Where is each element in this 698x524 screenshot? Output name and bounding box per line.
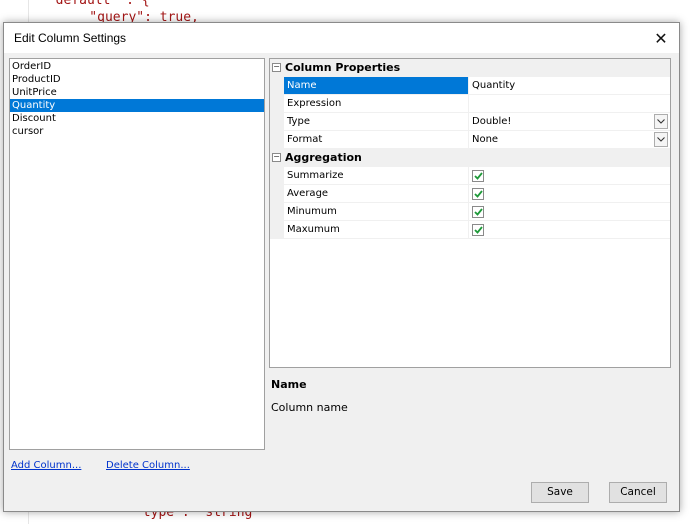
column-list-item[interactable]: OrderID	[10, 60, 264, 73]
description-text: Column name	[271, 401, 348, 414]
dialog-title: Edit Column Settings	[14, 31, 127, 45]
property-value-text: Double!	[472, 116, 512, 127]
checkmark-icon	[473, 226, 483, 234]
add-column-link[interactable]: Add Column...	[11, 460, 81, 471]
property-row[interactable]: Maxumum	[270, 221, 670, 239]
column-list-item[interactable]: Discount	[10, 112, 264, 125]
code-line: default" : {	[40, 0, 150, 8]
property-name[interactable]: Summarize	[284, 167, 469, 184]
cancel-button-label: Cancel	[620, 486, 656, 498]
property-value[interactable]	[470, 95, 670, 112]
checkmark-icon	[473, 208, 483, 216]
property-value[interactable]: None	[470, 131, 670, 148]
property-row[interactable]: Expression	[270, 95, 670, 113]
row-margin	[270, 77, 284, 95]
property-name[interactable]: Minumum	[284, 203, 469, 220]
property-row[interactable]: Minumum	[270, 203, 670, 221]
chevron-down-icon[interactable]	[654, 132, 668, 147]
property-value[interactable]: Double!	[470, 113, 670, 130]
edit-column-settings-dialog: Edit Column Settings ✕ OrderID ProductID U…	[3, 22, 680, 512]
category-label: Column Properties	[285, 61, 401, 74]
column-list[interactable]: OrderID ProductID UnitPrice Quantity Discoun…	[9, 58, 265, 450]
close-icon[interactable]: ✕	[643, 23, 679, 53]
row-margin	[270, 131, 284, 149]
checkbox[interactable]	[472, 170, 484, 182]
property-name[interactable]: Maxumum	[284, 221, 469, 238]
column-list-item[interactable]: Quantity	[10, 99, 264, 112]
description-title: Name	[271, 378, 307, 391]
category-row: − Aggregation	[270, 149, 670, 167]
property-row[interactable]: Summarize	[270, 167, 670, 185]
column-list-item[interactable]: ProductID	[10, 73, 264, 86]
checkmark-icon	[473, 172, 483, 180]
property-value-text: None	[472, 134, 499, 145]
property-name[interactable]: Type	[284, 113, 469, 130]
property-value[interactable]	[470, 185, 670, 202]
row-margin	[270, 221, 284, 239]
property-row[interactable]: Type Double!	[270, 113, 670, 131]
property-name[interactable]: Format	[284, 131, 469, 148]
row-margin	[270, 113, 284, 131]
dialog-titlebar: Edit Column Settings ✕	[4, 23, 679, 53]
category-row: − Column Properties	[270, 59, 670, 77]
checkbox[interactable]	[472, 206, 484, 218]
row-margin	[270, 95, 284, 113]
category-label: Aggregation	[285, 151, 362, 164]
property-name[interactable]: Name	[284, 77, 469, 94]
property-value-text: Quantity	[472, 80, 516, 91]
property-value[interactable]	[470, 167, 670, 184]
property-name[interactable]: Average	[284, 185, 469, 202]
delete-column-link[interactable]: Delete Column...	[106, 460, 190, 471]
checkbox[interactable]	[472, 188, 484, 200]
property-grid[interactable]: − Column Properties Name Quantity Expression…	[269, 58, 671, 368]
collapse-icon[interactable]: −	[272, 153, 281, 162]
column-list-item[interactable]: UnitPrice	[10, 86, 264, 99]
property-row[interactable]: Format None	[270, 131, 670, 149]
property-row[interactable]: Average	[270, 185, 670, 203]
row-margin	[270, 203, 284, 221]
property-value[interactable]	[470, 203, 670, 220]
collapse-icon[interactable]: −	[272, 63, 281, 72]
row-margin	[270, 185, 284, 203]
cancel-button[interactable]: Cancel	[609, 482, 667, 503]
property-name[interactable]: Expression	[284, 95, 469, 112]
save-button[interactable]: Save	[531, 482, 589, 503]
checkbox[interactable]	[472, 224, 484, 236]
save-button-label: Save	[547, 486, 573, 498]
column-list-item[interactable]: cursor	[10, 125, 264, 138]
property-value[interactable]: Quantity	[470, 77, 670, 94]
property-row[interactable]: Name Quantity	[270, 77, 670, 95]
chevron-down-icon[interactable]	[654, 114, 668, 129]
checkmark-icon	[473, 190, 483, 198]
row-margin	[270, 167, 284, 185]
property-value[interactable]	[470, 221, 670, 238]
